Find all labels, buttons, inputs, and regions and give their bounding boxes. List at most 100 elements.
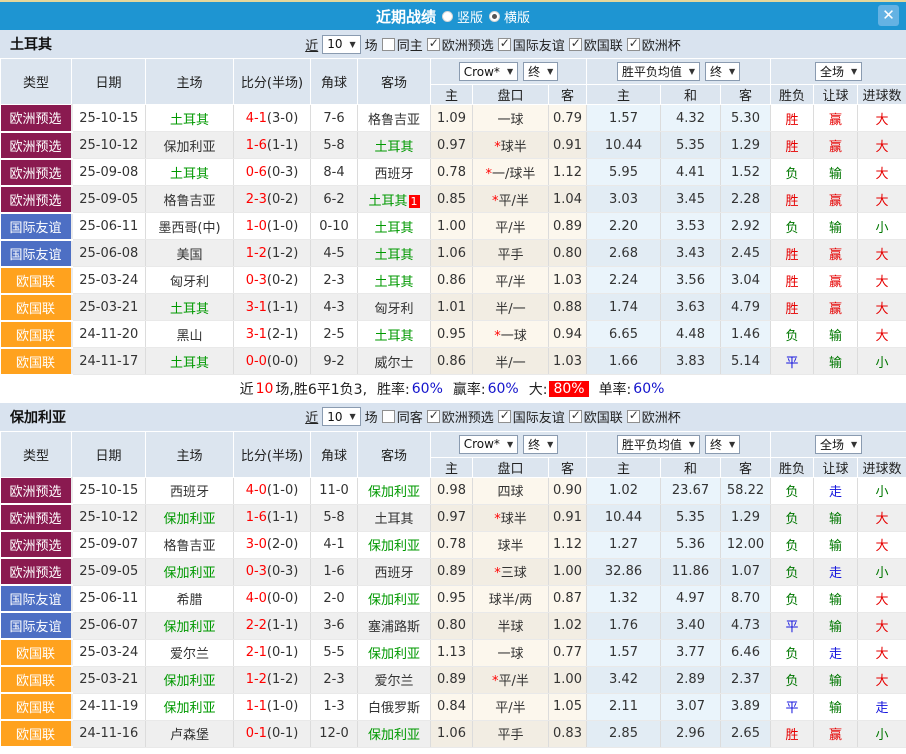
- avg-home-odds: 2.11: [587, 693, 661, 720]
- competition-type-badge: 国际友谊: [1, 213, 72, 240]
- away-odds: 1.00: [549, 558, 587, 585]
- odds-time-select-1[interactable]: 终: [523, 62, 558, 81]
- subheader-handicap-result: 让球: [814, 85, 858, 105]
- comp-checkbox-friendly[interactable]: 国际友谊: [498, 407, 565, 426]
- same-venue-checkbox[interactable]: 同主: [382, 35, 423, 54]
- comp-checkbox-nations-league[interactable]: 欧国联: [569, 35, 623, 54]
- wdl-result: 胜: [771, 105, 814, 132]
- score-cell: 4-0(1-0): [234, 477, 311, 504]
- avg-away-odds: 5.14: [721, 348, 771, 375]
- comp-checkbox-euro-qual[interactable]: 欧洲预选: [427, 407, 494, 426]
- fulltime-select[interactable]: 全场: [815, 62, 862, 81]
- col-header-corner: 角球: [311, 59, 358, 105]
- wdl-average-select[interactable]: 胜平负均值: [617, 435, 700, 454]
- corner-count: 7-6: [311, 105, 358, 132]
- wdl-result: 平: [771, 693, 814, 720]
- avg-home-odds: 1.57: [587, 105, 661, 132]
- subheader-away-odds: 客: [549, 85, 587, 105]
- competition-type-badge: 国际友谊: [1, 612, 72, 639]
- handicap-result: 赢: [814, 240, 858, 267]
- checkbox-unchecked-icon: [382, 38, 395, 51]
- near-link[interactable]: 近: [305, 35, 318, 54]
- score-cell: 0-3(0-2): [234, 267, 311, 294]
- checkbox-checked-icon: [498, 410, 511, 423]
- away-odds: 1.12: [549, 531, 587, 558]
- match-row: 国际友谊 25-06-11 希腊 4-0(0-0) 2-0 保加利亚 0.95 …: [1, 585, 906, 612]
- match-row: 欧洲预选 25-10-12 保加利亚 1-6(1-1) 5-8 土耳其 0.97…: [1, 132, 906, 159]
- odds-time-select-1[interactable]: 终: [523, 435, 558, 454]
- goals-result: 大: [858, 105, 906, 132]
- match-date: 25-03-24: [72, 639, 146, 666]
- avg-home-odds: 1.76: [587, 612, 661, 639]
- match-date: 24-11-20: [72, 321, 146, 348]
- avg-away-odds: 1.29: [721, 132, 771, 159]
- avg-away-odds: 1.46: [721, 321, 771, 348]
- col-header-date: 日期: [72, 59, 146, 105]
- comp-checkbox-nations-league[interactable]: 欧国联: [569, 407, 623, 426]
- bookmaker-select[interactable]: Crow*: [459, 62, 518, 81]
- subheader-avg-away: 客: [721, 85, 771, 105]
- corner-count: 12-0: [311, 720, 358, 747]
- fulltime-select[interactable]: 全场: [815, 435, 862, 454]
- col-header-date: 日期: [72, 431, 146, 477]
- avg-away-odds: 4.79: [721, 294, 771, 321]
- score-cell: 3-1(1-1): [234, 294, 311, 321]
- score-cell: 1-0(1-0): [234, 213, 311, 240]
- away-team: 匈牙利: [358, 294, 431, 321]
- away-odds: 1.00: [549, 666, 587, 693]
- match-count-select[interactable]: 10: [322, 35, 360, 54]
- layout-radio-horizontal[interactable]: 横版: [489, 7, 530, 26]
- home-odds: 0.85: [431, 186, 473, 213]
- home-odds: 1.13: [431, 639, 473, 666]
- handicap-line: 球半: [473, 531, 549, 558]
- home-odds: 0.78: [431, 159, 473, 186]
- away-odds: 0.79: [549, 105, 587, 132]
- goals-result: 小: [858, 720, 906, 747]
- home-odds: 1.01: [431, 294, 473, 321]
- home-team: 保加利亚: [146, 693, 234, 720]
- handicap-line: 平手: [473, 720, 549, 747]
- odds-time-select-2[interactable]: 终: [705, 435, 740, 454]
- subheader-home-odds: 主: [431, 457, 473, 477]
- wdl-result: 胜: [771, 267, 814, 294]
- match-count-select[interactable]: 10: [322, 407, 360, 426]
- comp-checkbox-euro-cup[interactable]: 欧洲杯: [627, 407, 681, 426]
- away-team: 塞浦路斯: [358, 612, 431, 639]
- comp-checkbox-euro-qual[interactable]: 欧洲预选: [427, 35, 494, 54]
- away-team: 格鲁吉亚: [358, 105, 431, 132]
- handicap-line: 半/一: [473, 294, 549, 321]
- wdl-result: 胜: [771, 720, 814, 747]
- games-label: 场: [365, 407, 378, 426]
- comp-checkbox-euro-cup[interactable]: 欧洲杯: [627, 35, 681, 54]
- goals-result: 走: [858, 693, 906, 720]
- corner-count: 2-0: [311, 585, 358, 612]
- subheader-avg-home: 主: [587, 85, 661, 105]
- home-odds: 0.86: [431, 267, 473, 294]
- away-team: 白俄罗斯: [358, 693, 431, 720]
- handicap-line: 平/半: [473, 693, 549, 720]
- handicap-result: 输: [814, 531, 858, 558]
- handicap-result: 输: [814, 585, 858, 612]
- close-button[interactable]: ✕: [878, 5, 899, 26]
- away-team: 西班牙: [358, 159, 431, 186]
- home-odds: 0.97: [431, 132, 473, 159]
- same-venue-checkbox[interactable]: 同客: [382, 407, 423, 426]
- goals-result: 大: [858, 639, 906, 666]
- handicap-line: *球半: [473, 132, 549, 159]
- layout-radio-vertical[interactable]: 竖版: [442, 7, 483, 26]
- wdl-result: 平: [771, 612, 814, 639]
- competition-type-badge: 欧国联: [1, 693, 72, 720]
- bookmaker-select[interactable]: Crow*: [459, 435, 518, 454]
- score-cell: 3-1(2-1): [234, 321, 311, 348]
- comp-checkbox-friendly[interactable]: 国际友谊: [498, 35, 565, 54]
- near-link[interactable]: 近: [305, 407, 318, 426]
- radio-unselected-icon: [442, 11, 453, 22]
- home-odds: 0.98: [431, 477, 473, 504]
- match-row: 欧洲预选 25-10-15 土耳其 4-1(3-0) 7-6 格鲁吉亚 1.09…: [1, 105, 906, 132]
- goals-result: 小: [858, 477, 906, 504]
- wdl-average-select[interactable]: 胜平负均值: [617, 62, 700, 81]
- odds-time-select-2[interactable]: 终: [705, 62, 740, 81]
- away-odds: 1.02: [549, 612, 587, 639]
- avg-home-odds: 3.42: [587, 666, 661, 693]
- match-row: 欧洲预选 25-09-05 格鲁吉亚 2-3(0-2) 6-2 土耳其1 0.8…: [1, 186, 906, 213]
